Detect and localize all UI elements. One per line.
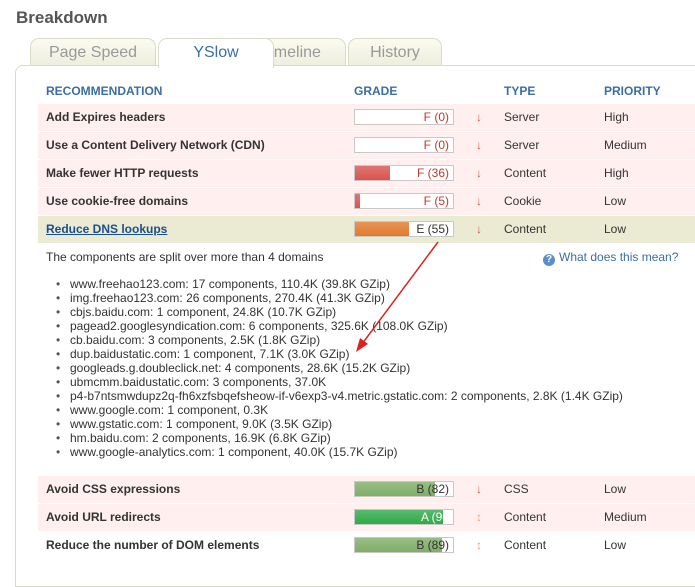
type-value: Content (504, 538, 547, 552)
arrow-down-icon: ↓ (476, 482, 482, 496)
arrow-updown-icon: ↕ (476, 538, 482, 552)
grade-bar: B (82) (354, 481, 454, 497)
tab-yslow[interactable]: YSlow (158, 38, 274, 68)
rule-name[interactable]: Avoid CSS expressions (46, 476, 180, 503)
grade-label: A (90 (420, 510, 449, 524)
grade-bar: A (90 (354, 509, 454, 525)
grade-label: B (82) (416, 482, 449, 496)
type-value: Content (504, 510, 547, 524)
grade-label: B (89) (416, 538, 449, 552)
arrow-updown-icon: ↕ (476, 510, 482, 524)
priority-value: Low (604, 538, 627, 552)
rule-name[interactable]: Reduce the number of DOM elements (46, 532, 259, 559)
table-row[interactable]: Avoid CSS expressions B (82) ↓ CSS Low (38, 476, 695, 503)
rule-name[interactable]: Avoid URL redirects (46, 504, 161, 531)
type-value: CSS (504, 482, 529, 496)
table-row[interactable]: Reduce the number of DOM elements B (89)… (38, 532, 695, 559)
table-row[interactable]: Avoid URL redirects A (90 ↕ Content Medi… (38, 504, 695, 531)
priority-value: Low (604, 482, 627, 496)
priority-value: Medium (604, 510, 647, 524)
grade-bar: B (89) (354, 537, 454, 553)
